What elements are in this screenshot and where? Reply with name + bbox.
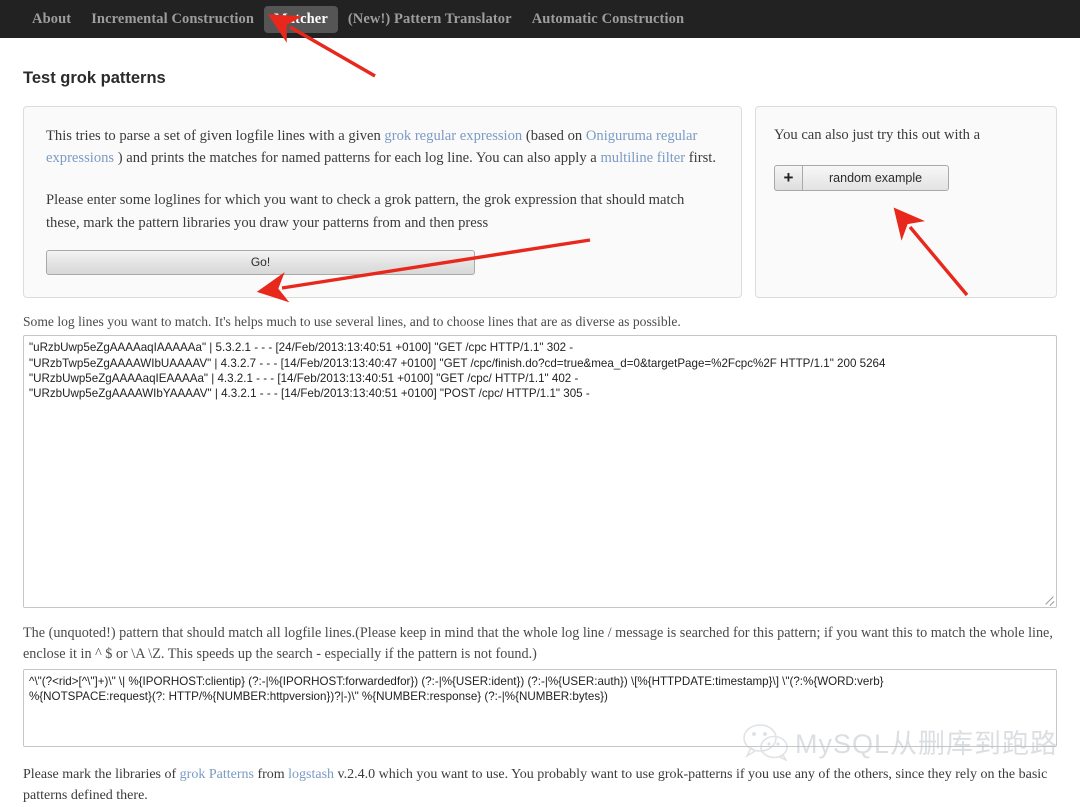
grok-regular-expression-link[interactable]: grok regular expression <box>384 128 522 144</box>
pattern-wrapper <box>23 668 1057 747</box>
random-example-button-group[interactable]: + random example <box>774 164 1038 191</box>
form-area: Some log lines you want to match. It's h… <box>23 312 1057 747</box>
pattern-label: The (unquoted!) pattern that should matc… <box>23 625 1053 662</box>
intro-panel: This tries to parse a set of given logfi… <box>23 106 742 298</box>
libraries-footer: Please mark the libraries of grok Patter… <box>23 764 1057 807</box>
intro-paragraph-1: This tries to parse a set of given logfi… <box>46 125 719 169</box>
plus-icon[interactable]: + <box>774 164 802 191</box>
random-example-panel: You can also just try this out with a + … <box>755 106 1057 298</box>
intro-text-part3: ) and prints the matches for named patte… <box>114 150 601 167</box>
libraries-text-part1: Please mark the libraries of <box>23 766 180 782</box>
pattern-textarea[interactable] <box>23 668 1057 747</box>
nav-item-matcher[interactable]: Matcher <box>264 5 338 33</box>
loglines-textarea[interactable] <box>23 335 1057 609</box>
intro-paragraph-2: Please enter some loglines for which you… <box>46 192 685 231</box>
nav-item-automatic-construction[interactable]: Automatic Construction <box>522 6 694 33</box>
intro-text-part4: first. <box>685 150 716 167</box>
multiline-filter-link[interactable]: multiline filter <box>600 150 685 166</box>
nav-item-pattern-translator[interactable]: (New!) Pattern Translator <box>338 6 522 33</box>
page-title: Test grok patterns <box>23 69 166 87</box>
random-example-button[interactable]: random example <box>802 164 950 191</box>
libraries-text-part2: from <box>253 766 289 782</box>
grok-patterns-link[interactable]: grok Patterns <box>180 767 254 782</box>
loglines-label: Some log lines you want to match. It's h… <box>23 313 681 329</box>
logstash-link[interactable]: logstash <box>288 767 334 782</box>
intro-text-part1: This tries to parse a set of given logfi… <box>46 128 385 144</box>
main-navbar: About Incremental Construction Matcher (… <box>0 0 1080 38</box>
go-button[interactable]: Go! <box>46 249 475 275</box>
random-example-text: You can also just try this out with a <box>774 127 981 143</box>
intro-text-part2: (based on <box>522 128 586 144</box>
nav-item-incremental-construction[interactable]: Incremental Construction <box>81 6 264 33</box>
nav-item-about[interactable]: About <box>22 6 81 33</box>
panels-row: This tries to parse a set of given logfi… <box>23 106 1057 298</box>
loglines-wrapper <box>23 335 1057 609</box>
